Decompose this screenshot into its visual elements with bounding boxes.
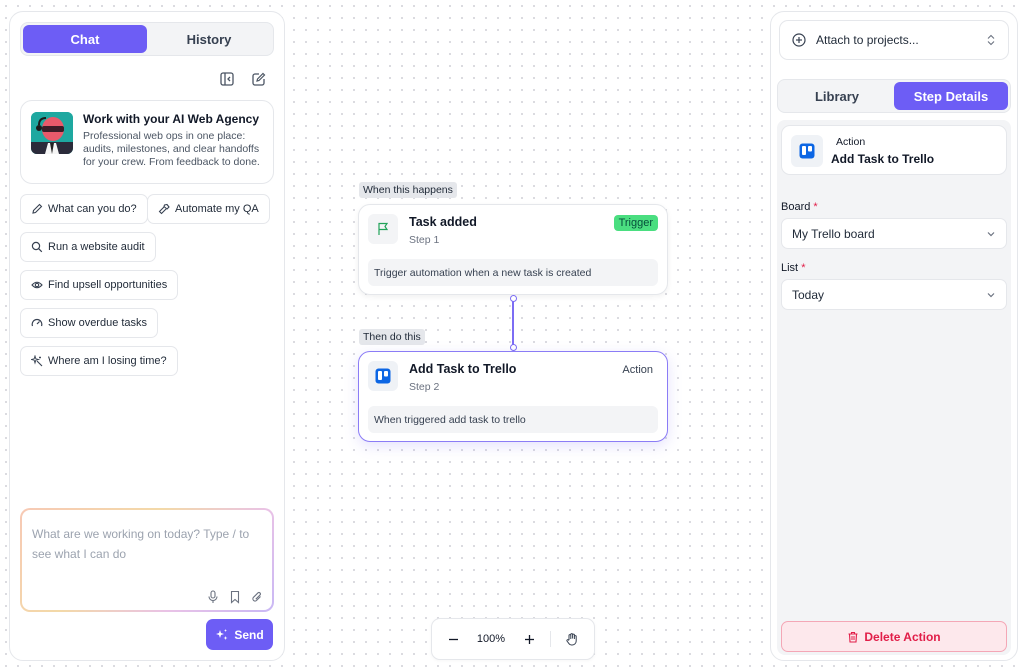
action-node[interactable]: Add Task to Trello Step 2 Action When tr… xyxy=(358,351,668,442)
suggestion-label: Run a website audit xyxy=(48,241,145,253)
zoom-out-button[interactable] xyxy=(442,628,464,650)
trigger-node-title: Task added xyxy=(409,215,477,229)
delete-action-label: Delete Action xyxy=(864,629,941,644)
board-select[interactable]: My Trello board xyxy=(781,218,1007,249)
chevron-down-icon xyxy=(987,231,995,236)
tab-history[interactable]: History xyxy=(147,25,271,53)
suggestion-label: Show overdue tasks xyxy=(48,317,148,329)
connector-handle-bottom[interactable] xyxy=(509,344,517,351)
send-label: Send xyxy=(234,627,264,642)
details-tabs: Library Step Details xyxy=(777,79,1011,113)
prompt-tools xyxy=(206,590,264,604)
list-field-label: List * xyxy=(781,262,806,274)
suggestion-label: Find upsell opportunities xyxy=(48,279,168,291)
suggestion-automate-qa[interactable]: Automate my QA xyxy=(147,194,270,224)
chat-panel: Chat History Work with your AI Web Agenc… xyxy=(9,11,285,661)
tab-chat[interactable]: Chat xyxy=(23,25,147,53)
agency-avatar xyxy=(31,112,73,154)
sparkle-icon xyxy=(216,628,228,640)
suggestion-website-audit[interactable]: Run a website audit xyxy=(20,232,156,262)
chevron-up-down-icon xyxy=(987,34,995,46)
attach-projects-label: Attach to projects... xyxy=(816,33,919,47)
chevron-down-icon xyxy=(987,292,995,297)
hand-tool-icon[interactable] xyxy=(561,628,583,650)
trello-icon xyxy=(368,361,398,391)
required-mark: * xyxy=(801,262,806,274)
required-mark: * xyxy=(813,201,818,213)
paperclip-icon[interactable] xyxy=(250,590,264,604)
plus-circle-icon xyxy=(792,33,806,47)
hammer-icon xyxy=(158,203,170,215)
suggestion-losing-time[interactable]: Where am I losing time? xyxy=(20,346,178,376)
chat-tabs: Chat History xyxy=(20,22,274,56)
action-badge: Action xyxy=(622,364,653,376)
collapse-panel-icon[interactable] xyxy=(218,70,236,88)
selected-action-card: Action Add Task to Trello xyxy=(781,125,1007,175)
zoom-level: 100% xyxy=(476,633,506,645)
suggestion-what-can-you-do[interactable]: What can you do? xyxy=(20,194,148,224)
bookmark-icon[interactable] xyxy=(228,590,242,604)
flag-icon xyxy=(368,214,398,244)
suggestion-label: Automate my QA xyxy=(175,203,259,215)
chat-toolbar xyxy=(218,70,268,88)
trello-icon xyxy=(791,135,823,167)
pencil-icon xyxy=(32,203,43,214)
action-section-label: Then do this xyxy=(359,329,425,345)
agency-title: Work with your AI Web Agency xyxy=(83,112,260,126)
board-field-label: Board * xyxy=(781,201,818,213)
suggestion-overdue[interactable]: Show overdue tasks xyxy=(20,308,159,338)
trigger-badge: Trigger xyxy=(613,215,658,231)
zoom-divider xyxy=(550,631,551,647)
list-select-value: Today xyxy=(792,287,825,302)
tab-step-details[interactable]: Step Details xyxy=(894,82,1008,110)
trigger-node-step: Step 1 xyxy=(409,234,440,246)
action-node-description: When triggered add task to trello xyxy=(368,406,658,433)
trigger-node[interactable]: Task added Step 1 Trigger Trigger automa… xyxy=(358,204,668,295)
suggestion-label: Where am I losing time? xyxy=(48,355,167,367)
action-node-title: Add Task to Trello xyxy=(409,362,517,376)
action-kicker: Action xyxy=(836,136,866,148)
connector-handle-top[interactable] xyxy=(509,295,517,302)
action-node-step: Step 2 xyxy=(409,381,440,393)
agency-intro-card: Work with your AI Web Agency Professiona… xyxy=(20,100,274,184)
microphone-icon[interactable] xyxy=(206,590,220,604)
trash-icon xyxy=(848,631,858,643)
trigger-section-label: When this happens xyxy=(359,182,457,198)
agency-description: Professional web ops in one place: audit… xyxy=(83,130,260,168)
tab-library[interactable]: Library xyxy=(780,82,894,110)
details-panel: Attach to projects... Library Step Detai… xyxy=(770,11,1018,661)
gauge-icon xyxy=(31,319,43,327)
delete-action-button[interactable]: Delete Action xyxy=(781,621,1007,652)
node-connector xyxy=(512,298,514,348)
eye-icon xyxy=(31,281,43,289)
zoom-controls: 100% xyxy=(431,618,595,660)
zoom-in-button[interactable] xyxy=(518,628,540,650)
prompt-input[interactable] xyxy=(22,510,272,580)
search-icon xyxy=(31,241,43,253)
send-button[interactable]: Send xyxy=(206,619,273,650)
new-chat-icon[interactable] xyxy=(250,70,268,88)
suggestion-upsell[interactable]: Find upsell opportunities xyxy=(20,270,179,300)
trigger-node-description: Trigger automation when a new task is cr… xyxy=(368,259,658,286)
list-select[interactable]: Today xyxy=(781,279,1007,310)
action-name: Add Task to Trello xyxy=(831,152,935,166)
step-details-body: Action Add Task to Trello Board * My Tre… xyxy=(777,120,1011,655)
board-select-value: My Trello board xyxy=(792,226,875,241)
suggestion-label: What can you do? xyxy=(48,203,137,215)
prompt-box xyxy=(20,508,274,612)
sparkle-icon xyxy=(31,355,43,367)
attach-projects-select[interactable]: Attach to projects... xyxy=(779,20,1009,60)
